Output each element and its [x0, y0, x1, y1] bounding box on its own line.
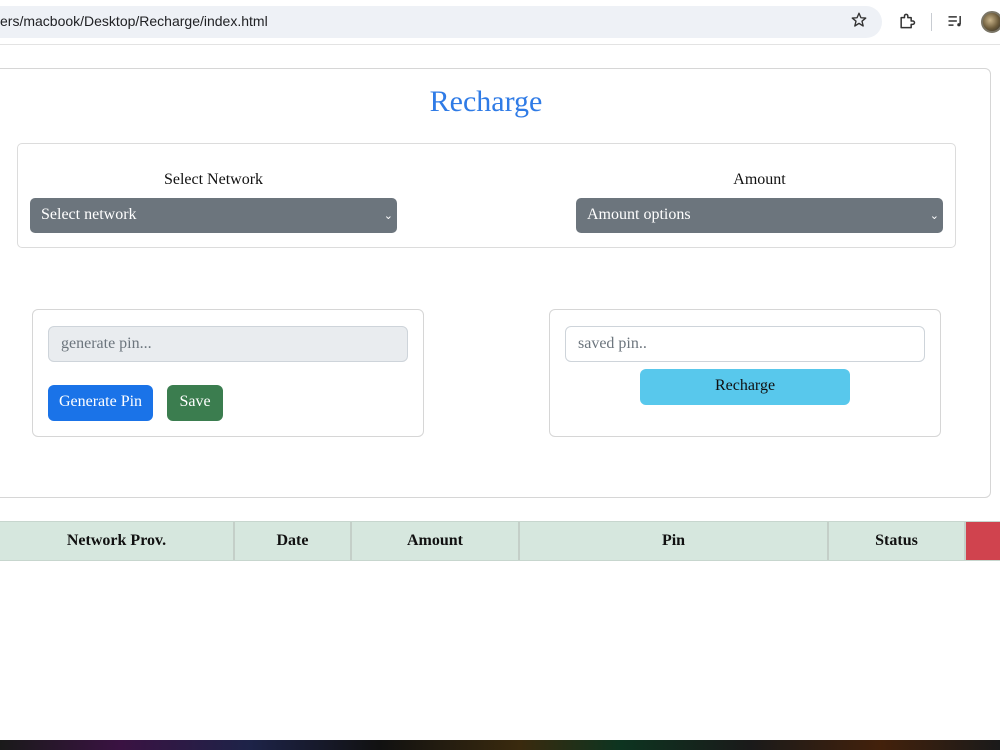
saved-pin-input[interactable]: saved pin.. — [565, 326, 925, 362]
toolbar-divider — [931, 13, 932, 31]
column-header-status: Status — [829, 522, 966, 560]
network-select-value: Select network — [41, 206, 137, 223]
generate-pin-card: generate pin... Generate Pin Save — [32, 309, 424, 437]
column-header-date: Date — [235, 522, 352, 560]
column-header-action — [966, 522, 1000, 560]
selection-card: Select Network Select network ⌄ Amount A… — [17, 143, 956, 248]
chevron-down-icon: ⌄ — [929, 209, 939, 222]
generate-pin-button[interactable]: Generate Pin — [48, 385, 153, 421]
amount-label: Amount — [733, 171, 786, 188]
extensions-icon[interactable] — [897, 11, 917, 31]
generate-pin-input[interactable]: generate pin... — [48, 326, 408, 362]
profile-avatar[interactable] — [981, 11, 1000, 33]
network-select[interactable]: Select network ⌄ — [30, 198, 397, 233]
amount-select[interactable]: Amount options ⌄ — [576, 198, 943, 233]
page-title: Recharge — [429, 85, 543, 118]
address-bar-url[interactable]: ers/macbook/Desktop/Recharge/index.html — [0, 13, 268, 29]
column-header-amount: Amount — [352, 522, 520, 560]
history-table-header: Network Prov. Date Amount Pin Status — [0, 521, 1000, 561]
amount-select-value: Amount options — [587, 206, 691, 223]
select-network-label: Select Network — [163, 171, 264, 188]
desktop-wallpaper-strip — [0, 740, 1000, 750]
column-header-network: Network Prov. — [0, 522, 235, 560]
star-icon[interactable] — [850, 11, 868, 29]
browser-toolbar: ers/macbook/Desktop/Recharge/index.html — [0, 0, 1000, 45]
save-button[interactable]: Save — [167, 385, 223, 421]
recharge-button[interactable]: Recharge — [640, 369, 850, 405]
column-header-pin: Pin — [520, 522, 829, 560]
media-control-icon[interactable] — [946, 11, 966, 31]
chevron-down-icon: ⌄ — [383, 209, 393, 222]
recharge-card: saved pin.. Recharge — [549, 309, 941, 437]
address-bar[interactable]: ers/macbook/Desktop/Recharge/index.html — [0, 6, 882, 38]
